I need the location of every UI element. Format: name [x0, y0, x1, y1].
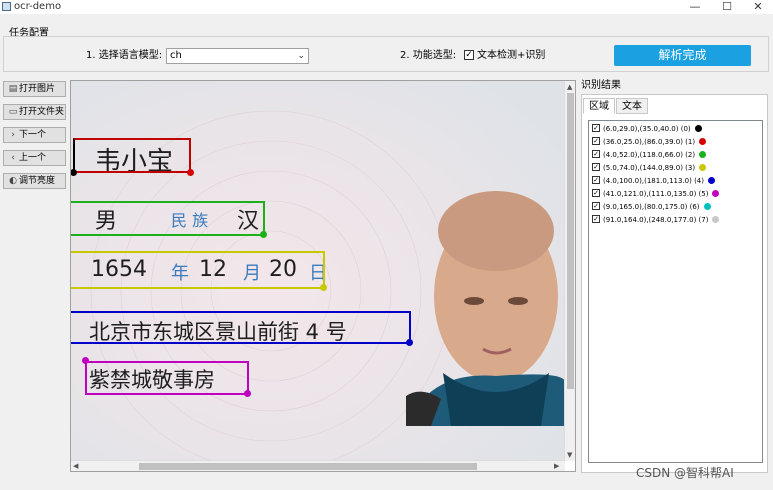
color-dot-icon	[712, 189, 720, 197]
window-title: ocr-demo	[14, 1, 62, 12]
ocr-region-5-marker	[244, 390, 251, 397]
ocr-region-5-start-marker	[82, 357, 89, 364]
region-coords: (36.0,25.0),(86.0,39.0) (1)	[603, 138, 696, 146]
image-icon: ▤	[8, 84, 18, 94]
scroll-left-icon[interactable]: ◀	[73, 461, 78, 471]
region-coords: (9.0,165.0),(80.0,175.0) (6)	[603, 203, 700, 211]
brightness-label: 调节亮度	[19, 176, 56, 186]
lang-model-select[interactable]: ch ⌄	[166, 48, 309, 64]
color-dot-icon	[699, 150, 707, 158]
vertical-scroll-thumb[interactable]	[567, 93, 574, 389]
title-bar: ocr-demo — ☐ ✕	[0, 0, 773, 14]
checkbox-icon[interactable]: ✓	[592, 189, 600, 197]
region-coords: (91.0,164.0),(248.0,177.0) (7)	[603, 216, 709, 224]
minimize-button[interactable]: —	[680, 0, 710, 14]
close-button[interactable]: ✕	[743, 0, 773, 14]
next-label: 下一个	[19, 130, 47, 140]
checkbox-icon[interactable]: ✓	[592, 176, 600, 184]
watermark: CSDN @智科帮AI	[636, 466, 734, 480]
folder-icon: ▭	[8, 107, 18, 117]
list-item[interactable]: ✓ (6.0,29.0),(35.0,40.0) (0)	[592, 123, 702, 135]
region-coords: (6.0,29.0),(35.0,40.0) (0)	[603, 125, 691, 133]
color-dot-icon	[712, 215, 720, 223]
list-item[interactable]: ✓ (4.0,52.0),(118.0,66.0) (2)	[592, 149, 707, 161]
ocr-region-2-marker	[260, 231, 267, 238]
ocr-region-1[interactable]	[73, 138, 191, 173]
list-item[interactable]: ✓ (9.0,165.0),(80.0,175.0) (6)	[592, 201, 711, 213]
brightness-icon: ◐	[9, 176, 17, 186]
ocr-region-4[interactable]	[71, 311, 411, 344]
ocr-region-1-marker	[187, 169, 194, 176]
scroll-right-icon[interactable]: ▶	[554, 461, 559, 471]
checkbox-icon[interactable]: ✓	[592, 124, 600, 132]
color-dot-icon	[699, 163, 707, 171]
checkbox-icon[interactable]: ✓	[592, 150, 600, 158]
region-list[interactable]: ✓ (6.0,29.0),(35.0,40.0) (0) ✓ (36.0,25.0)…	[588, 120, 763, 463]
horizontal-scrollbar[interactable]: ◀ ▶	[71, 460, 565, 471]
checkbox-icon[interactable]: ✓	[592, 163, 600, 171]
ocr-region-3-marker	[320, 284, 327, 291]
brightness-button[interactable]: ◐ 调节亮度	[3, 173, 66, 189]
region-coords: (5.0,74.0),(144.0,89.0) (3)	[603, 164, 696, 172]
vertical-scrollbar[interactable]: ▲ ▼	[564, 81, 575, 461]
ocr-region-2[interactable]	[71, 201, 265, 236]
ocr-region-4-marker	[406, 339, 413, 346]
prev-label: 上一个	[19, 153, 47, 163]
color-dot-icon	[703, 202, 711, 210]
region-coords: (4.0,52.0),(118.0,66.0) (2)	[603, 151, 696, 159]
tab-text[interactable]: 文本	[616, 98, 648, 114]
maximize-button[interactable]: ☐	[712, 0, 742, 14]
list-item[interactable]: ✓ (5.0,74.0),(144.0,89.0) (3)	[592, 162, 707, 174]
checkbox-icon[interactable]: ✓	[592, 202, 600, 210]
scroll-down-icon[interactable]: ▼	[567, 450, 572, 460]
color-dot-icon	[708, 176, 715, 184]
scroll-up-icon[interactable]: ▲	[567, 82, 572, 92]
color-dot-icon	[699, 137, 707, 145]
image-viewer[interactable]: 韦小宝 男 民 族 汉 1654 年 12 月 20 日 北京市东城区景山前街 …	[70, 80, 576, 472]
chevron-down-icon: ⌄	[297, 51, 305, 61]
next-button[interactable]: › 下一个	[3, 127, 66, 143]
list-item[interactable]: ✓ (91.0,164.0),(248.0,177.0) (7)	[592, 214, 720, 226]
function-label: 2. 功能选型:	[400, 50, 457, 61]
ocr-region-5[interactable]	[85, 361, 249, 395]
app-icon	[2, 2, 11, 11]
list-item[interactable]: ✓ (4.0,100.0),(181.0,113.0) (4)	[592, 175, 715, 187]
horizontal-scroll-thumb[interactable]	[139, 463, 477, 470]
lang-model-value: ch	[170, 50, 182, 61]
tab-region[interactable]: 区域	[583, 98, 615, 114]
detect-recognize-label: 文本检测+识别	[477, 50, 546, 61]
open-folder-button[interactable]: ▭ 打开文件夹	[3, 104, 66, 120]
detect-recognize-checkbox[interactable]: ✓	[464, 50, 474, 60]
open-image-button[interactable]: ▤ 打开图片	[3, 81, 66, 97]
chevron-right-icon: ›	[11, 130, 15, 140]
list-item[interactable]: ✓ (36.0,25.0),(86.0,39.0) (1)	[592, 136, 707, 148]
checkbox-icon[interactable]: ✓	[592, 137, 600, 145]
prev-button[interactable]: ‹ 上一个	[3, 150, 66, 166]
open-image-label: 打开图片	[19, 84, 56, 94]
parse-complete-button[interactable]: 解析完成	[614, 45, 751, 66]
checkbox-icon[interactable]: ✓	[592, 215, 600, 223]
id-card-image: 韦小宝 男 民 族 汉 1654 年 12 月 20 日 北京市东城区景山前街 …	[71, 81, 565, 461]
chevron-left-icon: ‹	[11, 153, 15, 163]
list-item[interactable]: ✓ (41.0,121.0),(111.0,135.0) (5)	[592, 188, 720, 200]
color-dot-icon	[694, 124, 702, 132]
region-coords: (41.0,121.0),(111.0,135.0) (5)	[603, 190, 709, 198]
region-coords: (4.0,100.0),(181.0,113.0) (4)	[603, 177, 704, 185]
lang-model-label: 1. 选择语言模型:	[86, 50, 163, 61]
results-title: 识别结果	[581, 80, 621, 91]
ocr-region-3[interactable]	[71, 251, 325, 289]
open-folder-label: 打开文件夹	[19, 107, 65, 117]
